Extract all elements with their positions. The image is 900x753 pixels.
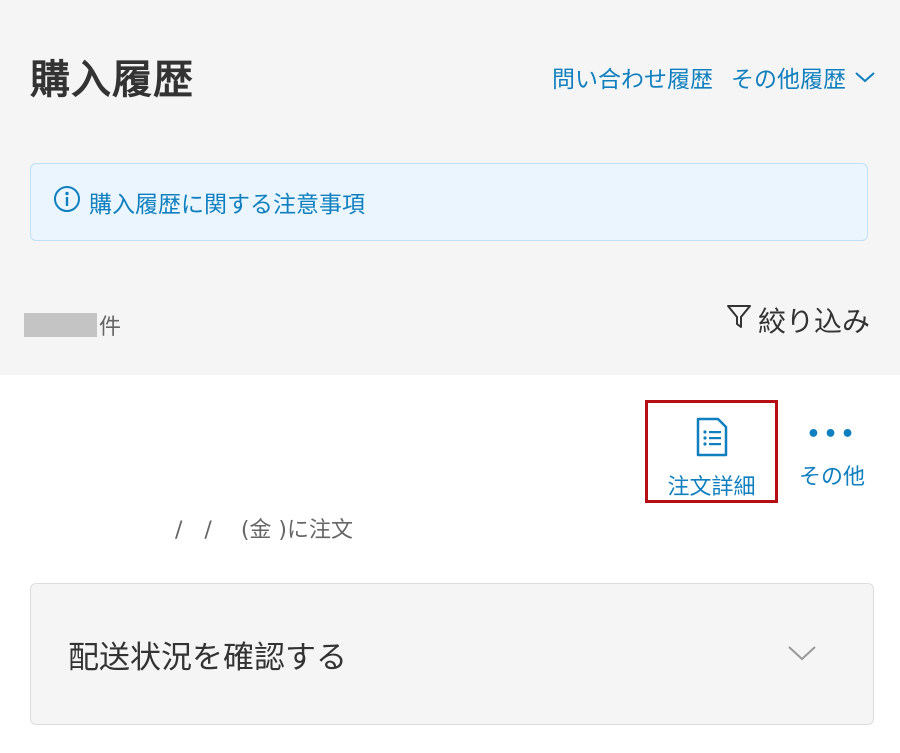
order-detail-button[interactable]: 注文詳細 bbox=[645, 400, 778, 503]
header-links: 問い合わせ履歴 その他履歴 bbox=[552, 60, 876, 94]
more-icon: ••• bbox=[806, 422, 858, 447]
header-area: 購入履歴 問い合わせ履歴 その他履歴 購入履歴に関する注意事項 件 絞り込み bbox=[0, 0, 900, 375]
result-count: 件 bbox=[24, 309, 121, 341]
filter-button[interactable]: 絞り込み bbox=[726, 300, 870, 340]
notice-banner[interactable]: 購入履歴に関する注意事項 bbox=[30, 163, 868, 241]
order-detail-label: 注文詳細 bbox=[667, 475, 756, 500]
info-icon bbox=[53, 185, 89, 219]
count-suffix: 件 bbox=[99, 315, 122, 340]
other-actions-label: その他 bbox=[798, 465, 865, 490]
order-date: / / (金 )に注文 bbox=[175, 518, 353, 543]
redacted-count bbox=[24, 313, 97, 337]
document-icon bbox=[694, 417, 730, 469]
delivery-status-accordion[interactable]: 配送状況を確認する bbox=[30, 583, 874, 725]
chevron-down-icon bbox=[787, 644, 817, 666]
filter-label: 絞り込み bbox=[757, 305, 870, 338]
page-title: 購入履歴 bbox=[30, 57, 194, 103]
delivery-status-label: 配送状況を確認する bbox=[68, 640, 347, 676]
chevron-down-icon bbox=[854, 64, 876, 90]
filter-icon bbox=[726, 303, 758, 338]
other-history-link[interactable]: その他履歴 bbox=[731, 60, 876, 94]
other-actions-button[interactable]: ••• その他 bbox=[790, 422, 874, 491]
inquiry-history-link[interactable]: 問い合わせ履歴 bbox=[552, 60, 713, 94]
other-history-label: その他履歴 bbox=[731, 67, 846, 93]
notice-text: 購入履歴に関する注意事項 bbox=[89, 192, 365, 218]
